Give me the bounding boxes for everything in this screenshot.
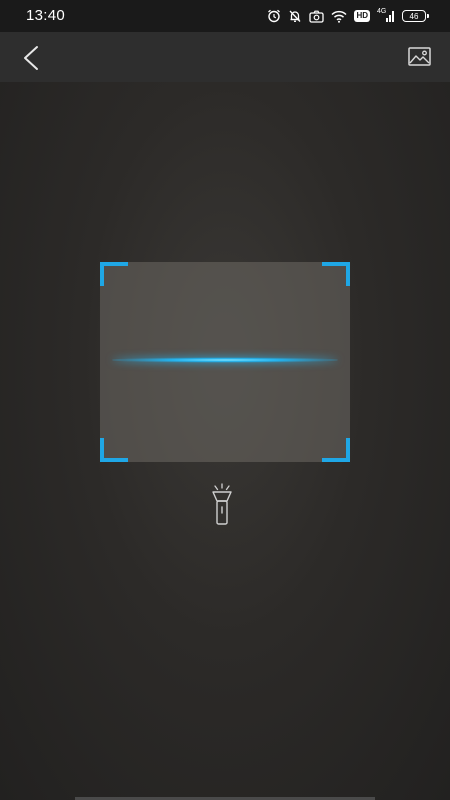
- gallery-button[interactable]: [406, 44, 434, 70]
- chevron-left-icon: [24, 46, 38, 70]
- scan-frame: [100, 262, 350, 462]
- scan-corner-bottom-left: [100, 438, 128, 462]
- camera-icon: [309, 10, 325, 23]
- back-button[interactable]: [14, 40, 50, 76]
- flashlight-toggle[interactable]: [206, 482, 238, 528]
- battery-indicator: 46: [402, 10, 429, 22]
- battery-level: 46: [409, 11, 419, 21]
- scan-line: [112, 357, 338, 363]
- status-icons: HD 4G 46: [267, 8, 429, 24]
- status-time: 13:40: [26, 7, 66, 24]
- signal-icon: 4G: [377, 8, 395, 23]
- status-bar: 13:40 HD 4G 46: [0, 0, 450, 32]
- scan-corner-top-right: [322, 262, 350, 286]
- app-bar: [0, 32, 450, 82]
- bell-off-icon: [289, 10, 301, 22]
- flashlight-icon: [212, 483, 232, 525]
- scanner-screen: 13:40 HD 4G 46: [0, 0, 450, 800]
- image-icon: [408, 47, 431, 66]
- scan-corner-top-left: [100, 262, 128, 286]
- wifi-icon: [331, 10, 347, 23]
- hd-badge: HD: [354, 10, 370, 22]
- scan-corner-bottom-right: [322, 438, 350, 462]
- alarm-icon: [268, 9, 281, 23]
